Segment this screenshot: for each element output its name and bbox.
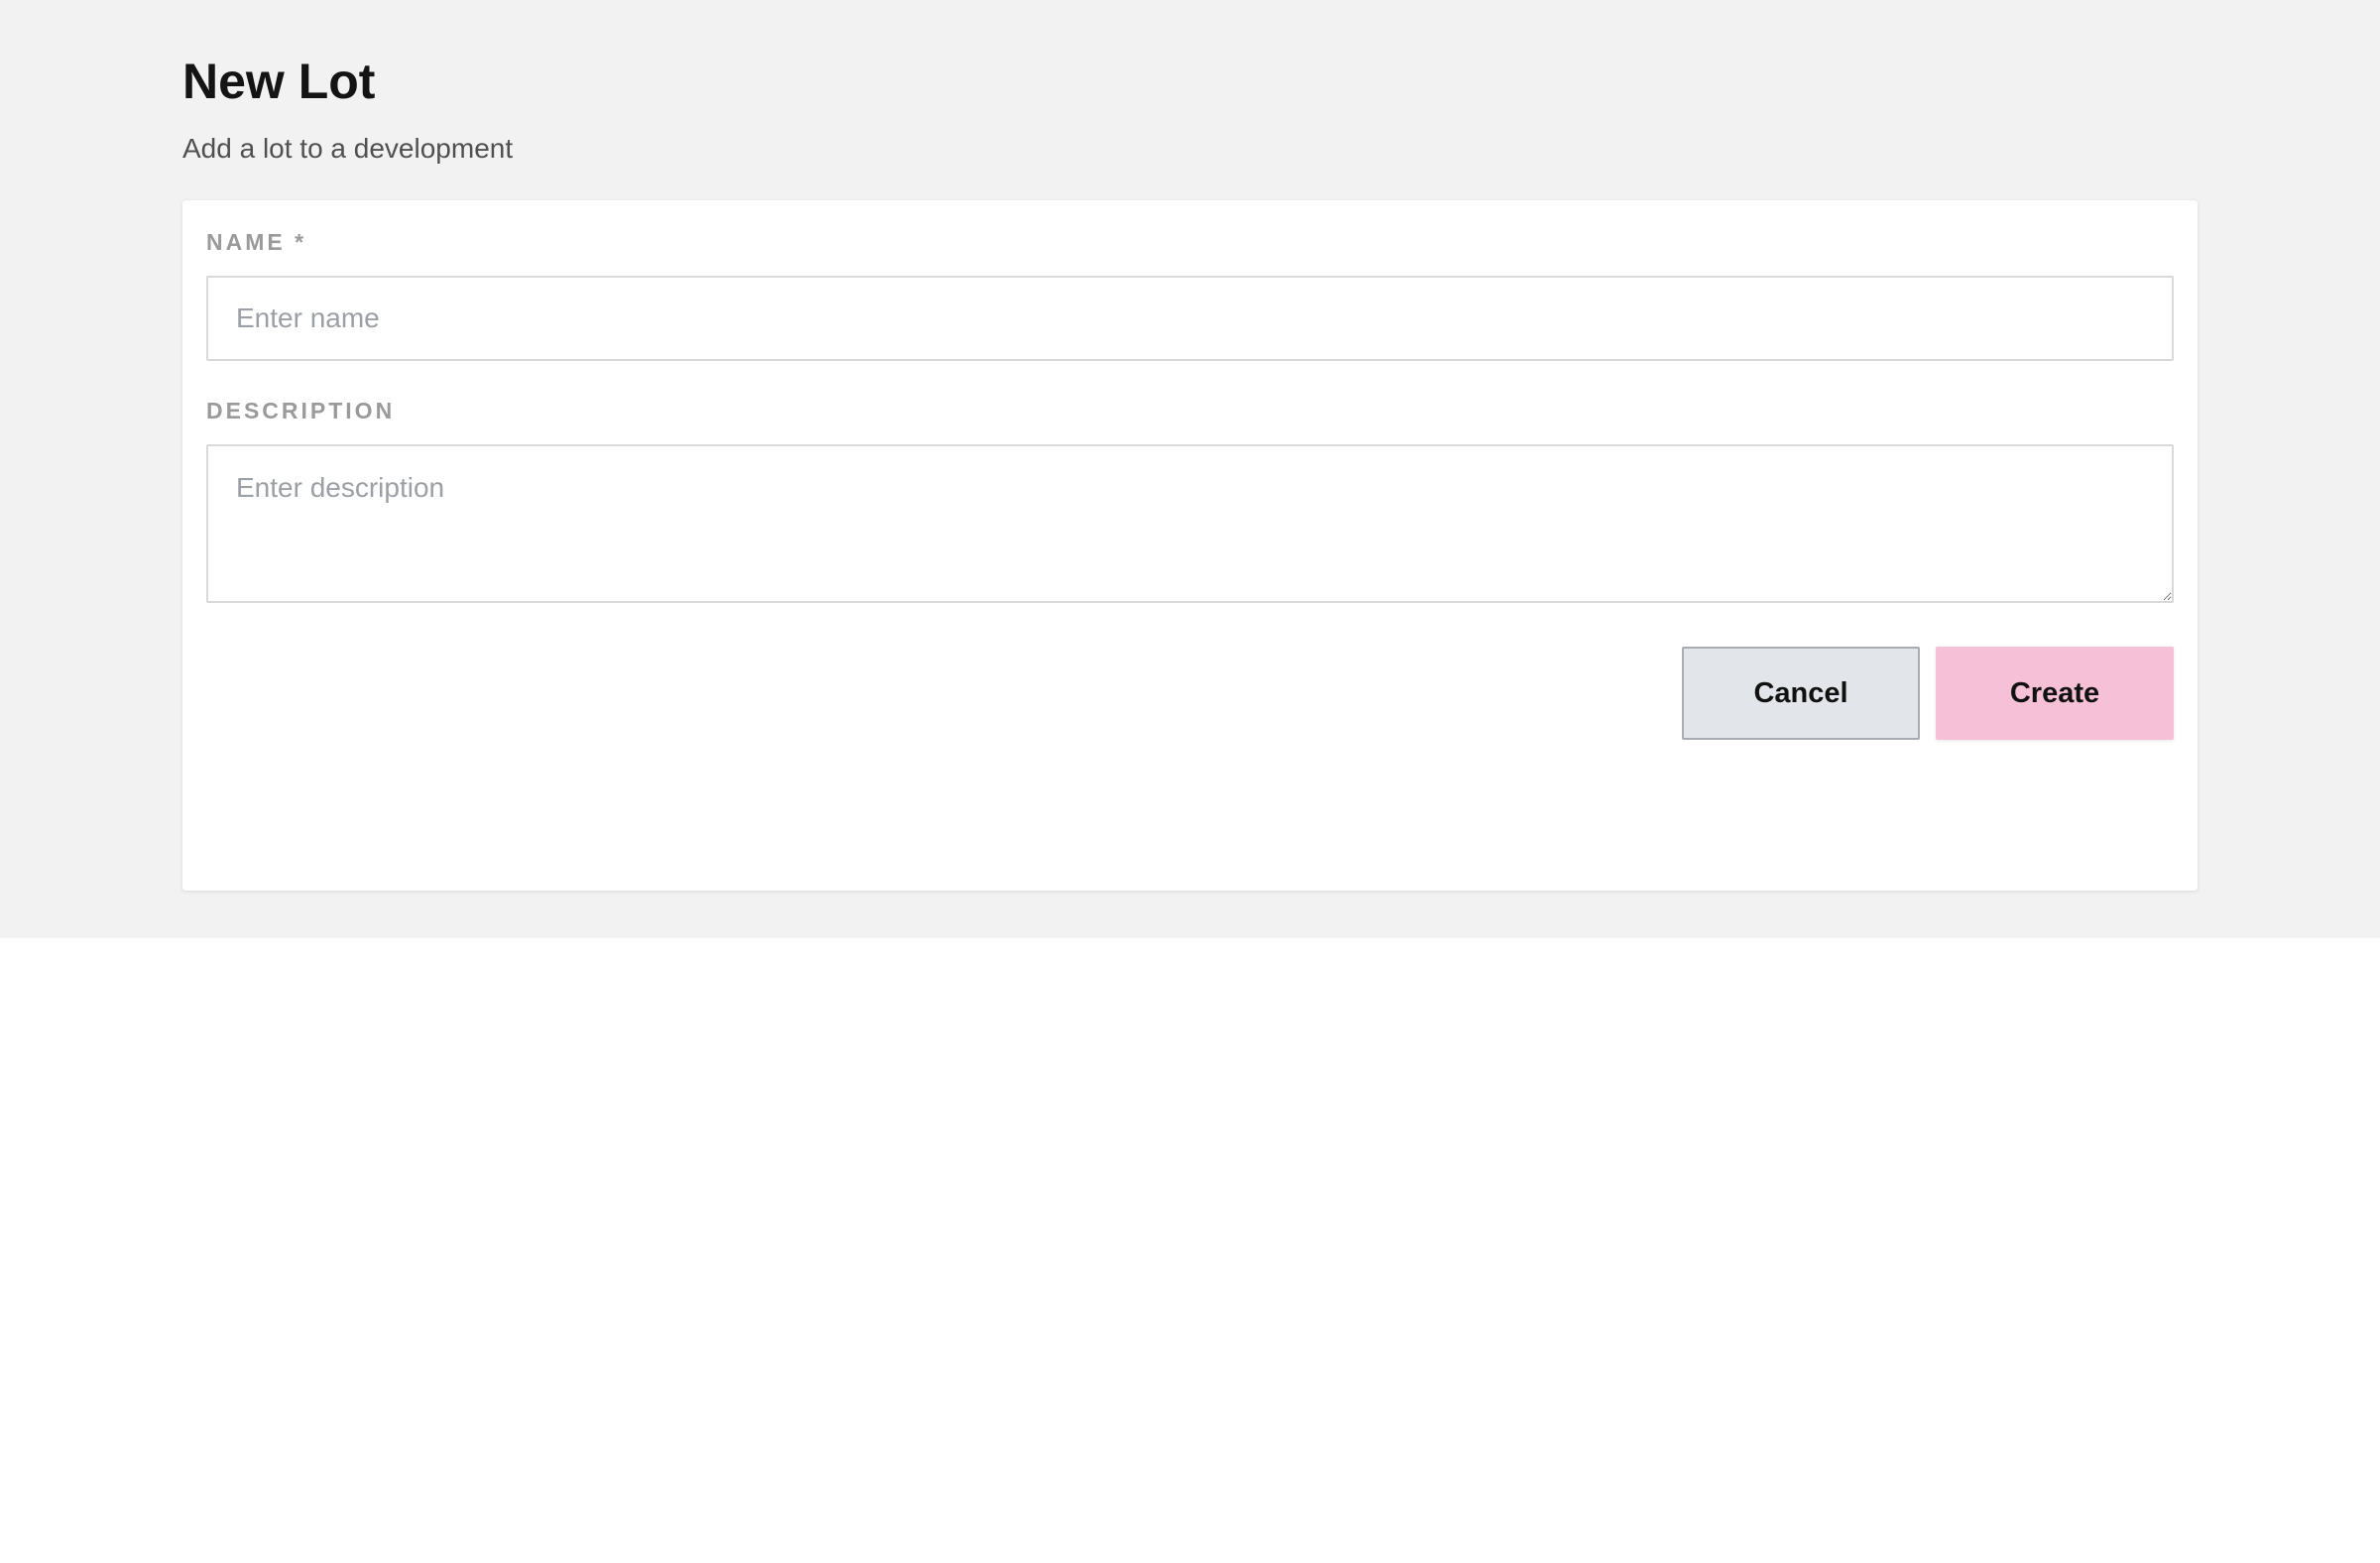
page-title: New Lot bbox=[182, 54, 376, 109]
page-subtitle: Add a lot to a development bbox=[182, 133, 514, 164]
name-input[interactable] bbox=[206, 276, 2174, 361]
description-textarea[interactable] bbox=[206, 444, 2174, 603]
create-button[interactable]: Create bbox=[1936, 647, 2174, 740]
description-label: DESCRIPTION bbox=[206, 398, 396, 423]
name-label: NAME * bbox=[206, 229, 307, 255]
cancel-button[interactable]: Cancel bbox=[1682, 647, 1920, 740]
new-lot-form-card: NAME * DESCRIPTION Cancel Create bbox=[182, 200, 2198, 891]
